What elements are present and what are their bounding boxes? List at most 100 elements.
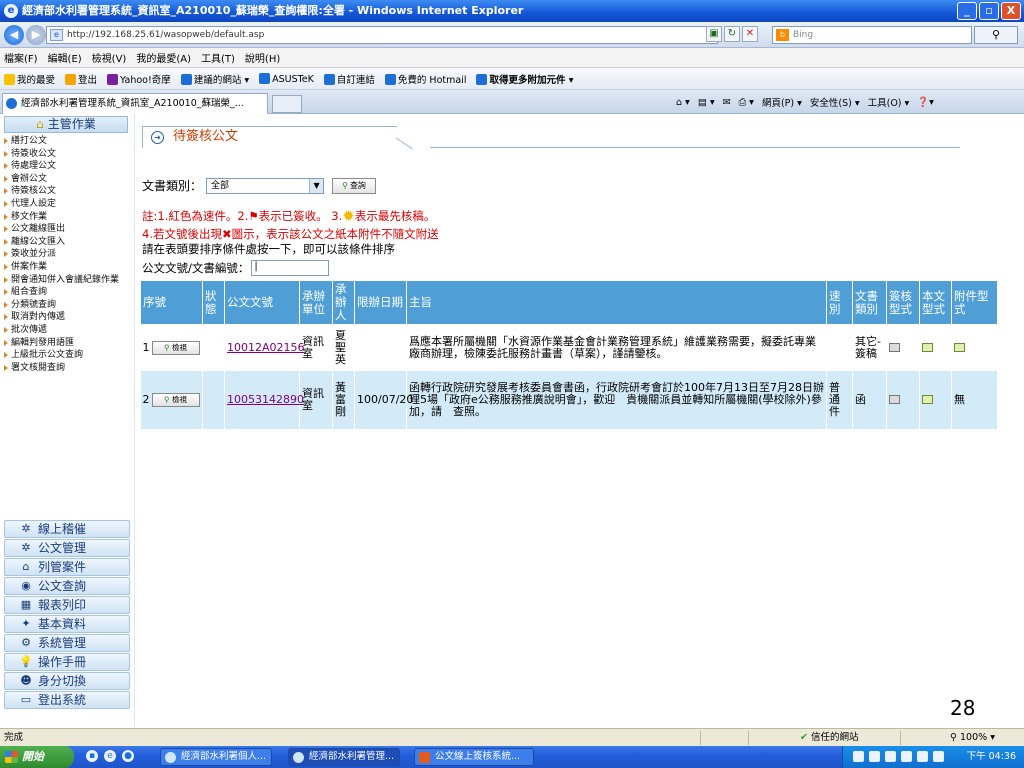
print-icon[interactable]: ⎙ ▾ — [739, 97, 754, 108]
sidebar-item[interactable]: 編輯判發用語匯 — [2, 338, 132, 349]
sidebar-item[interactable]: 離線公文匯入 — [2, 237, 132, 248]
col-body-type[interactable]: 本文型式 — [919, 280, 952, 325]
nav-document-query[interactable]: ◉ 公文查詢 — [4, 577, 130, 595]
security-shield-icon[interactable] — [901, 751, 912, 762]
sidebar-item[interactable]: 會辦公文 — [2, 174, 132, 185]
stop-icon[interactable]: ✕ — [742, 26, 758, 42]
compatibility-icon[interactable]: ▣ — [706, 26, 722, 42]
fav-item-hotmail[interactable]: 免費的 Hotmail — [384, 72, 466, 86]
start-button[interactable]: 開始 — [0, 746, 74, 768]
sidebar-item[interactable]: 取消對內傳遞 — [2, 312, 132, 323]
nav-switch-identity[interactable]: ☻ 身分切換 — [4, 672, 130, 690]
doc-icon[interactable] — [922, 343, 933, 353]
fav-item-logout[interactable]: 登出 — [65, 72, 97, 86]
query-button[interactable]: ⚲ 查詢 — [332, 177, 377, 194]
new-tab-button[interactable] — [272, 95, 302, 113]
zoom-level[interactable]: ⚲ 100% ▾ — [950, 729, 995, 746]
col-subject[interactable]: 主旨 — [406, 280, 827, 325]
menu-view[interactable]: 檢視(V) — [92, 50, 127, 65]
search-go-button[interactable]: ⚲ — [974, 26, 1018, 44]
col-seq[interactable]: 序號 — [140, 280, 203, 325]
menu-help[interactable]: 說明(H) — [245, 50, 280, 65]
pen-icon[interactable] — [889, 395, 900, 404]
col-status[interactable]: 狀態 — [202, 280, 225, 325]
fav-item-yahoo[interactable]: Yahoo!奇摩 — [107, 72, 171, 86]
col-doc-no[interactable]: 公文文號 — [224, 280, 300, 325]
refresh-icon[interactable]: ↻ — [724, 26, 740, 42]
messenger-icon[interactable] — [917, 751, 928, 762]
doc-icon[interactable] — [922, 395, 933, 404]
col-deadline[interactable]: 限辦日期 — [354, 280, 407, 325]
safety-menu[interactable]: 安全性(S) ▾ — [810, 95, 860, 109]
mail-icon[interactable]: ✉ — [723, 97, 731, 108]
sidebar-item[interactable]: 開會通知併入會議紀錄作業 — [2, 275, 132, 286]
help-icon[interactable] — [869, 751, 880, 762]
tools-menu[interactable]: 工具(O) ▾ — [868, 95, 910, 109]
taskbar-item[interactable]: 公文線上簽核系統... — [414, 748, 534, 766]
sidebar-item[interactable]: 署文核閱查詢 — [2, 363, 132, 374]
col-speed[interactable]: 速別 — [826, 280, 853, 325]
close-button[interactable]: X — [1001, 2, 1021, 20]
sidebar-item[interactable]: 待簽收公文 — [2, 149, 132, 160]
sidebar-item[interactable]: 移文作業 — [2, 212, 132, 223]
sidebar-item[interactable]: 代理人設定 — [2, 199, 132, 210]
sidebar-item[interactable]: 分類號查詢 — [2, 300, 132, 311]
menu-edit[interactable]: 編輯(E) — [48, 50, 82, 65]
network-icon[interactable] — [853, 751, 864, 762]
fav-item-addons[interactable]: 取得更多附加元件 ▾ — [476, 72, 574, 86]
ie-icon[interactable]: e — [104, 750, 116, 762]
col-unit[interactable]: 承辦單位 — [299, 280, 333, 325]
media-icon[interactable]: ● — [122, 750, 134, 762]
category-select[interactable]: 全部 ▼ — [206, 177, 325, 194]
nav-online-reminder[interactable]: ✲ 線上稽催 — [4, 520, 130, 538]
volume-icon[interactable] — [885, 751, 896, 762]
sidebar-item[interactable]: 併案作業 — [2, 262, 132, 273]
sidebar-item[interactable]: 待處理公文 — [2, 161, 132, 172]
help-icon[interactable]: ❓▾ — [917, 97, 934, 108]
nav-system-admin[interactable]: ⚙ 系統管理 — [4, 634, 130, 652]
menu-file[interactable]: 檔案(F) — [4, 50, 38, 65]
browser-tab[interactable]: 經濟部水利署管理系統_資訊室_A210010_蘇瑞榮_... — [2, 93, 268, 114]
fav-item-suggested[interactable]: 建議的網站 ▾ — [180, 72, 249, 86]
minimize-button[interactable]: _ — [957, 2, 977, 20]
nav-basic-data[interactable]: ✦ 基本資料 — [4, 615, 130, 633]
window-title-bar[interactable]: e 經濟部水利署管理系統_資訊室_A210010_蘇瑞榮_查詢權限:全署 - W… — [0, 0, 1024, 22]
doc-icon[interactable] — [954, 343, 965, 353]
col-doc-type[interactable]: 文書類別 — [852, 280, 887, 325]
sidebar-item[interactable]: 批次傳遞 — [2, 325, 132, 336]
update-icon[interactable] — [933, 751, 944, 762]
menu-tools[interactable]: 工具(T) — [201, 50, 235, 65]
url-input[interactable]: e http://192.168.25.61/wasopweb/default.… — [46, 26, 718, 44]
forward-button[interactable]: ▶ — [26, 25, 46, 45]
nav-report-print[interactable]: ▦ 報表列印 — [4, 596, 130, 614]
nav-manual[interactable]: 💡 操作手冊 — [4, 653, 130, 671]
fav-item-asus[interactable]: ASUSTeK — [259, 72, 314, 85]
view-button[interactable]: ⚲ 檢視 — [151, 392, 200, 407]
feeds-icon[interactable]: ▤ ▾ — [698, 97, 715, 108]
doc-number-link[interactable]: 10053142890 — [227, 393, 304, 406]
taskbar-item[interactable]: 經濟部水利署個人... — [160, 748, 272, 766]
back-button[interactable]: ◀ — [4, 25, 24, 45]
menu-favorites[interactable]: 我的最愛(A) — [136, 50, 191, 65]
pen-icon[interactable] — [889, 343, 900, 353]
nav-tracked-cases[interactable]: ⌂ 列管案件 — [4, 558, 130, 576]
doc-number-link[interactable]: 10012A02156 — [227, 341, 305, 354]
search-input[interactable]: b Bing — [772, 26, 972, 44]
view-button[interactable]: ⚲ 檢視 — [151, 340, 200, 355]
desktop-icon[interactable]: ▪ — [86, 750, 98, 762]
col-sign-type[interactable]: 簽核型式 — [886, 280, 920, 325]
security-zone[interactable]: ✔ 信任的網站 — [800, 729, 858, 746]
col-handler[interactable]: 承辦人 — [332, 280, 355, 325]
sidebar-item[interactable]: 組合查詢 — [2, 287, 132, 298]
nav-document-management[interactable]: ✲ 公文管理 — [4, 539, 130, 557]
home-icon[interactable]: ⌂ ▾ — [676, 97, 690, 108]
sidebar-item[interactable]: 待簽核公文 — [2, 186, 132, 197]
doc-number-input[interactable]: | — [251, 260, 330, 276]
sidebar-item[interactable]: 上級批示公文查詢 — [2, 350, 132, 361]
sidebar-item[interactable]: 公文離線匯出 — [2, 224, 132, 235]
taskbar-item-active[interactable]: 經濟部水利署管理... — [288, 748, 400, 766]
sidebar-item[interactable]: 簽收並分派 — [2, 249, 132, 260]
sidebar-item[interactable]: 繕打公文 — [2, 136, 132, 147]
nav-logout[interactable]: ▭ 登出系統 — [4, 691, 130, 709]
fav-item-custom[interactable]: 自訂連結 — [323, 72, 375, 86]
